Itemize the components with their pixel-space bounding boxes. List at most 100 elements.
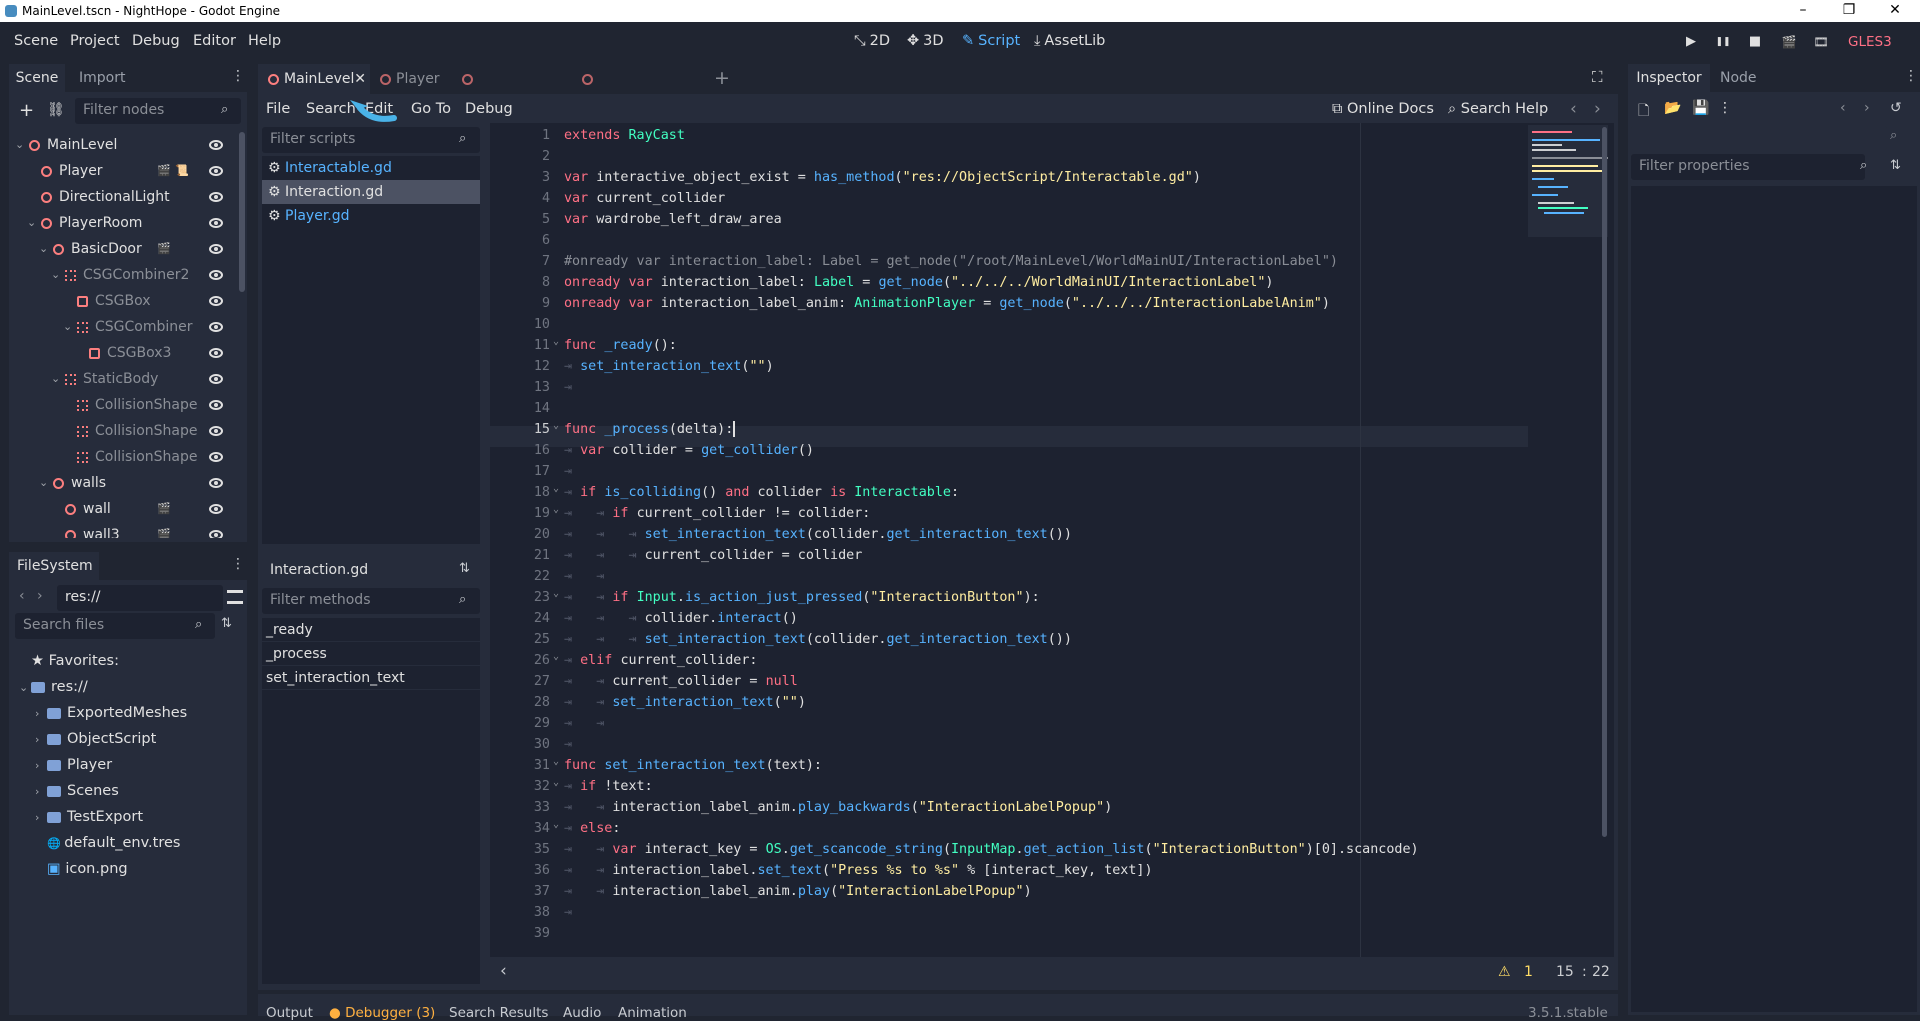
scene-node[interactable]: ⌄ CSGCombiner2 <box>9 262 237 288</box>
visibility-eye-icon[interactable] <box>209 218 223 228</box>
expand-arrow-icon[interactable]: › <box>35 727 47 753</box>
object-search-icon[interactable]: ⌕ <box>1890 128 1897 143</box>
fold-arrow-icon[interactable]: ⌄ <box>553 504 559 515</box>
warning-icon[interactable]: ⚠ <box>1498 964 1511 980</box>
tab-search-results[interactable]: Search Results <box>449 1005 548 1021</box>
menu-editor[interactable]: Editor <box>193 33 236 49</box>
file-item[interactable]: ▣ icon.png <box>9 856 247 882</box>
pause-icon[interactable]: ❚❚ <box>1711 30 1735 54</box>
script-list-item[interactable]: ⚙ Player.gd <box>262 204 480 228</box>
scene-tree-scrollbar[interactable] <box>239 132 245 292</box>
script-menu-goto[interactable]: Go To <box>411 101 451 117</box>
search-files-input[interactable]: Search files <box>15 613 215 639</box>
filter-properties-input[interactable]: Filter properties <box>1631 154 1865 180</box>
renderer-label[interactable]: GLES3 <box>1848 34 1892 50</box>
visibility-eye-icon[interactable] <box>209 426 223 436</box>
expand-arrow-icon[interactable]: ⌄ <box>19 675 31 701</box>
workspace-2d-button[interactable]: ⤡ 2D <box>854 33 890 49</box>
link-icon[interactable]: ⛓ <box>47 102 65 118</box>
play-custom-scene-icon[interactable]: 🎞 <box>1809 30 1833 54</box>
scene-tab[interactable]: Player <box>370 64 452 94</box>
toggle-scripts-panel-icon[interactable]: ‹ <box>500 961 507 981</box>
visibility-eye-icon[interactable] <box>209 244 223 254</box>
method-list-item[interactable]: _process <box>262 642 480 666</box>
visibility-eye-icon[interactable] <box>209 322 223 332</box>
tab-audio[interactable]: Audio <box>563 1005 601 1021</box>
scene-node[interactable]: ⌄ PlayerRoom <box>9 210 237 236</box>
clapper-icon[interactable]: 🎬 <box>157 522 171 538</box>
scene-node[interactable]: CSGBox3 <box>9 340 237 366</box>
script-menu-file[interactable]: File <box>266 101 290 117</box>
open-resource-icon[interactable]: 📂 <box>1664 100 1681 116</box>
add-scene-tab-icon[interactable]: + <box>714 67 730 89</box>
clapper-icon[interactable]: 🎬 <box>157 496 171 522</box>
scene-node[interactable]: ⌄ BasicDoor 🎬 <box>9 236 237 262</box>
restore-button[interactable]: ❐ <box>1826 0 1872 22</box>
visibility-eye-icon[interactable] <box>209 374 223 384</box>
visibility-eye-icon[interactable] <box>209 270 223 280</box>
dock-menu-icon[interactable]: ⋮ <box>1904 68 1918 84</box>
clapper-icon[interactable]: 🎬 <box>157 158 171 184</box>
scene-node[interactable]: CollisionShape <box>9 418 237 444</box>
fold-arrow-icon[interactable]: ⌄ <box>553 651 559 662</box>
method-list-item[interactable]: set_interaction_text <box>262 666 480 690</box>
expand-arrow-icon[interactable]: ⌄ <box>39 470 48 496</box>
visibility-eye-icon[interactable] <box>209 348 223 358</box>
filter-methods-input[interactable]: Filter methods <box>262 588 480 614</box>
file-item[interactable]: › TestExport <box>9 804 247 830</box>
add-node-icon[interactable]: + <box>19 100 34 121</box>
fold-arrow-icon[interactable]: ⌄ <box>553 588 559 599</box>
visibility-eye-icon[interactable] <box>209 400 223 410</box>
code-scrollbar[interactable] <box>1602 127 1607 837</box>
scene-node[interactable]: ⌄ walls <box>9 470 237 496</box>
filter-scripts-input[interactable]: Filter scripts <box>262 127 480 153</box>
close-window-button[interactable]: ✕ <box>1872 0 1918 22</box>
history-back-icon[interactable]: ‹ <box>1570 99 1577 119</box>
tab-scene[interactable]: Scene <box>9 64 65 92</box>
file-item[interactable]: › Player <box>9 752 247 778</box>
scene-node[interactable]: DirectionalLight <box>9 184 237 210</box>
stop-icon[interactable]: ■ <box>1743 30 1767 54</box>
play-scene-icon[interactable]: 🎬 <box>1777 30 1801 54</box>
fold-arrow-icon[interactable]: ⌄ <box>553 777 559 788</box>
workspace-script-button[interactable]: ✎ Script <box>962 33 1020 49</box>
visibility-eye-icon[interactable] <box>209 296 223 306</box>
menu-project[interactable]: Project <box>70 33 120 49</box>
expand-arrow-icon[interactable]: › <box>35 779 47 805</box>
back-icon[interactable]: ‹ <box>19 588 25 604</box>
expand-arrow-icon[interactable]: ⌄ <box>15 132 24 158</box>
object-path-field[interactable] <box>1631 126 1887 150</box>
more-options-icon[interactable]: ⋮ <box>1718 100 1732 116</box>
scene-node[interactable]: wall3 🎬 <box>9 522 237 538</box>
online-docs-button[interactable]: ⧉ Online Docs <box>1332 101 1434 117</box>
file-item[interactable]: › Scenes <box>9 778 247 804</box>
scene-node[interactable]: CollisionShape <box>9 444 237 470</box>
fold-arrow-icon[interactable]: ⌄ <box>553 336 559 347</box>
tab-debugger[interactable]: ● Debugger (3) <box>329 1005 435 1021</box>
expand-arrow-icon[interactable]: ⌄ <box>51 262 60 288</box>
visibility-eye-icon[interactable] <box>209 530 223 538</box>
save-resource-icon[interactable]: 💾 <box>1692 100 1709 116</box>
script-list-item[interactable]: ⚙ Interactable.gd <box>262 156 480 180</box>
visibility-eye-icon[interactable] <box>209 452 223 462</box>
visibility-eye-icon[interactable] <box>209 504 223 514</box>
expand-arrow-icon[interactable]: ⌄ <box>63 314 72 340</box>
expand-arrow-icon[interactable]: › <box>35 753 47 779</box>
dock-menu-icon[interactable]: ⋮ <box>231 68 245 84</box>
expand-arrow-icon[interactable]: ⌄ <box>39 236 48 262</box>
scene-node[interactable]: ⌄ CSGCombiner <box>9 314 237 340</box>
visibility-eye-icon[interactable] <box>209 478 223 488</box>
split-view-icon[interactable] <box>227 590 243 604</box>
warning-count[interactable]: 1 <box>1524 964 1533 980</box>
minimize-button[interactable]: – <box>1780 0 1826 22</box>
fold-arrow-icon[interactable]: ⌄ <box>553 483 559 494</box>
tab-inspector[interactable]: Inspector <box>1628 64 1710 92</box>
scene-tab[interactable]: wardrobe <box>572 64 662 117</box>
history-back-icon[interactable]: ‹ <box>1840 100 1846 116</box>
expand-arrow-icon[interactable]: ⌄ <box>51 366 60 392</box>
workspace-assetlib-button[interactable]: ⤓ AssetLib <box>1034 33 1105 49</box>
fold-arrow-icon[interactable]: ⌄ <box>553 756 559 767</box>
expand-arrow-icon[interactable]: › <box>35 701 47 727</box>
scene-tab[interactable]: MainLevel ✕ <box>258 64 370 94</box>
minimap[interactable] <box>1528 125 1608 237</box>
